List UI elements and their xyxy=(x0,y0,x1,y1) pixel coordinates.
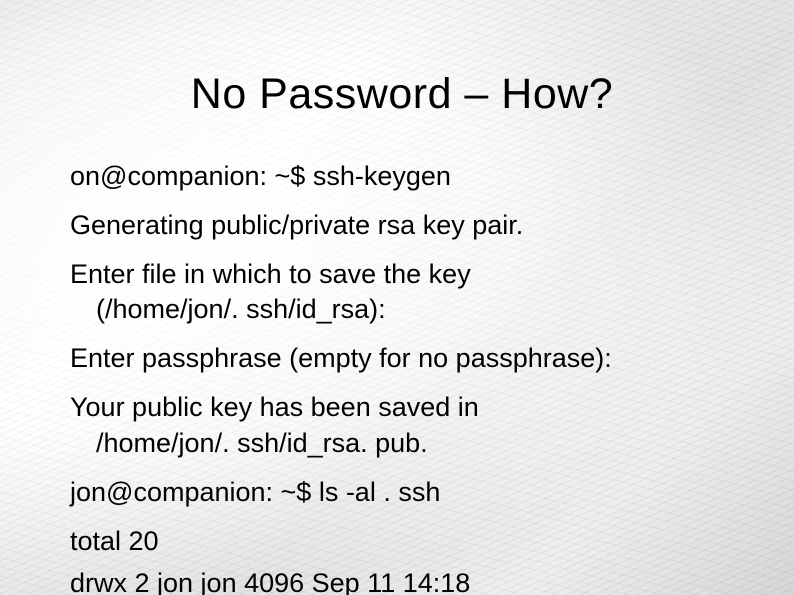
terminal-line-1: on@companion: ~$ ssh-keygen xyxy=(70,159,734,194)
terminal-line-5b: /home/jon/. ssh/id_rsa. pub. xyxy=(70,426,734,461)
slide-title: No Password – How? xyxy=(70,70,734,119)
slide-container: No Password – How? on@companion: ~$ ssh-… xyxy=(0,0,794,595)
terminal-line-2: Generating public/private rsa key pair. xyxy=(70,208,734,243)
terminal-line-5: Your public key has been saved in xyxy=(70,390,734,425)
terminal-line-3: Enter file in which to save the key xyxy=(70,257,734,292)
terminal-line-6: jon@companion: ~$ ls -al . ssh xyxy=(70,475,734,510)
slide-content: on@companion: ~$ ssh-keygen Generating p… xyxy=(70,159,734,559)
terminal-line-cutoff: drwx 2 jon jon 4096 Sep 11 14:18 xyxy=(70,568,470,595)
terminal-line-7: total 20 xyxy=(70,524,734,559)
terminal-line-3b: (/home/jon/. ssh/id_rsa): xyxy=(70,292,734,327)
terminal-line-4: Enter passphrase (empty for no passphras… xyxy=(70,341,734,376)
